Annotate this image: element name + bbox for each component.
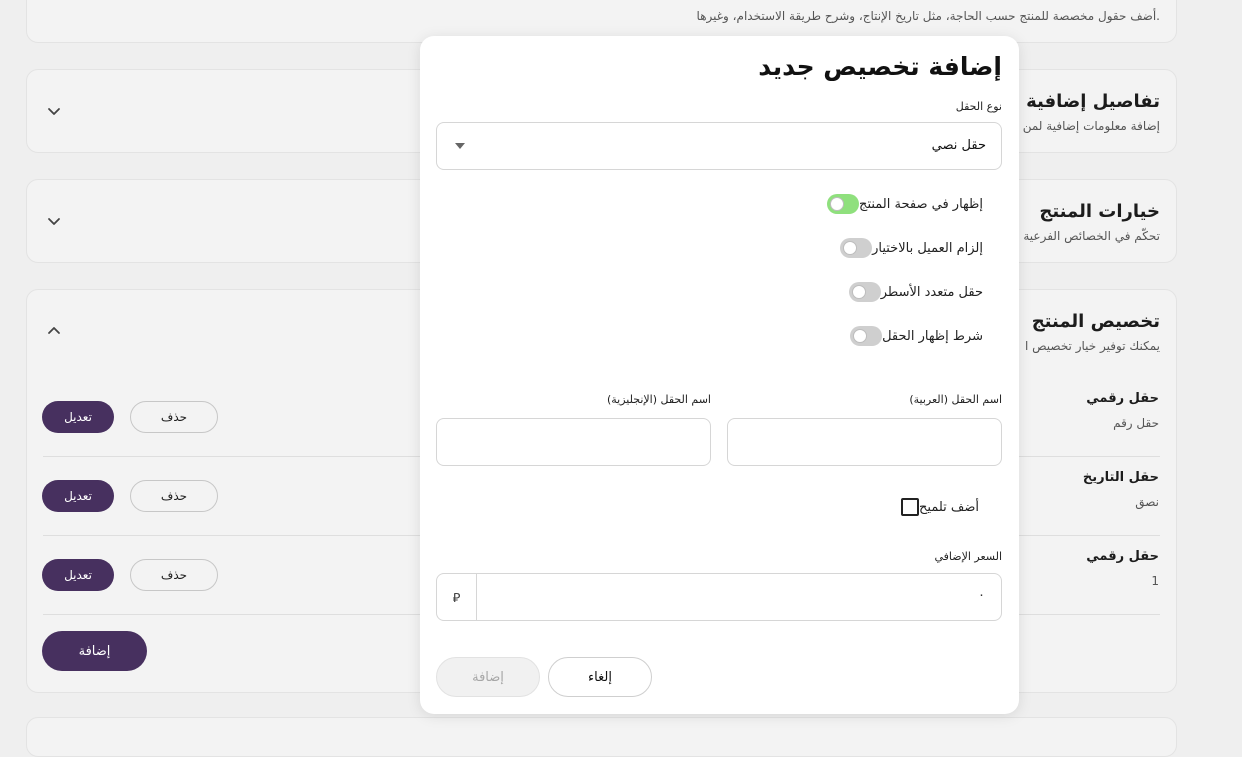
toggle-label: حقل متعدد الأسطر — [880, 284, 983, 300]
delete-button[interactable]: حذف — [130, 559, 218, 591]
caret-down-icon — [455, 143, 465, 149]
toggle-label: إلزام العميل بالاختيار — [872, 240, 983, 256]
add-field-button[interactable]: إضافة — [42, 631, 147, 671]
field-name-ar-label: اسم الحقل (العربية) — [909, 393, 1002, 406]
product-customization-title: تخصيص المنتج — [1031, 311, 1160, 332]
field-type-value: حقل نصي — [931, 138, 986, 153]
product-options-title: خيارات المنتج — [1039, 201, 1160, 222]
cancel-button[interactable]: إلغاء — [548, 657, 652, 697]
toggle-switch[interactable] — [848, 282, 881, 302]
custom-field-title: حقل رقمي — [1086, 391, 1159, 406]
currency-icon: ⃁ — [437, 574, 477, 620]
product-customization-description: يمكنك توفير خيار تخصيص ا — [1024, 339, 1160, 353]
add-hint-label: أضف تلميح — [919, 499, 979, 515]
field-name-en-label: اسم الحقل (الإنجليزية) — [606, 393, 711, 406]
custom-field-subtitle: 1 — [1151, 574, 1159, 588]
toggle-show-on-product-page[interactable]: إظهار في صفحة المنتج — [827, 192, 991, 216]
field-name-ar-input[interactable] — [727, 418, 1002, 466]
toggle-switch[interactable] — [840, 238, 873, 258]
extra-details-description: إضافة معلومات إضافية لمن — [1022, 119, 1160, 133]
edit-button[interactable]: تعديل — [42, 559, 114, 591]
extra-price-value: ٠ — [978, 588, 985, 603]
field-type-select[interactable]: حقل نصي — [436, 122, 1002, 170]
toggle-label: إظهار في صفحة المنتج — [859, 196, 983, 212]
delete-button[interactable]: حذف — [130, 480, 218, 512]
edit-button[interactable]: تعديل — [42, 480, 114, 512]
custom-field-title: حقل رقمي — [1086, 549, 1159, 564]
custom-field-subtitle: حقل رقم — [1113, 416, 1159, 430]
next-card — [26, 717, 1177, 757]
toggle-label: شرط إظهار الحقل — [882, 328, 983, 344]
custom-fields-description: أضف حقول مخصصة للمنتج حسب الحاجة، مثل تا… — [696, 9, 1160, 23]
submit-add-button[interactable]: إضافة — [436, 657, 540, 697]
toggle-require-selection[interactable]: إلزام العميل بالاختيار — [840, 236, 991, 260]
toggle-switch[interactable] — [850, 326, 883, 346]
field-name-en-input[interactable] — [436, 418, 711, 466]
edit-button[interactable]: تعديل — [42, 401, 114, 433]
extra-price-label: السعر الإضافي — [934, 550, 1002, 563]
add-hint-checkbox[interactable] — [901, 498, 919, 516]
toggle-display-condition[interactable]: شرط إظهار الحقل — [850, 324, 991, 348]
add-customization-modal: إضافة تخصيص جديد نوع الحقل حقل نصي إظهار… — [420, 36, 1019, 714]
chevron-down-icon[interactable] — [45, 102, 63, 120]
toggle-multiline[interactable]: حقل متعدد الأسطر — [848, 280, 991, 304]
custom-field-subtitle: نصق — [1135, 495, 1159, 509]
chevron-up-icon[interactable] — [45, 322, 63, 340]
product-options-description: تحكّم في الخصائص الفرعية — [1023, 229, 1160, 243]
custom-field-title: حقل التاريخ — [1082, 470, 1159, 485]
extra-price-input[interactable]: ⃁ ٠ — [436, 573, 1002, 621]
field-type-label: نوع الحقل — [955, 100, 1002, 113]
delete-button[interactable]: حذف — [130, 401, 218, 433]
modal-title: إضافة تخصيص جديد — [758, 52, 1002, 81]
toggle-switch[interactable] — [827, 194, 860, 214]
chevron-down-icon[interactable] — [45, 212, 63, 230]
add-hint-checkbox-row[interactable]: أضف تلميح — [901, 498, 991, 516]
